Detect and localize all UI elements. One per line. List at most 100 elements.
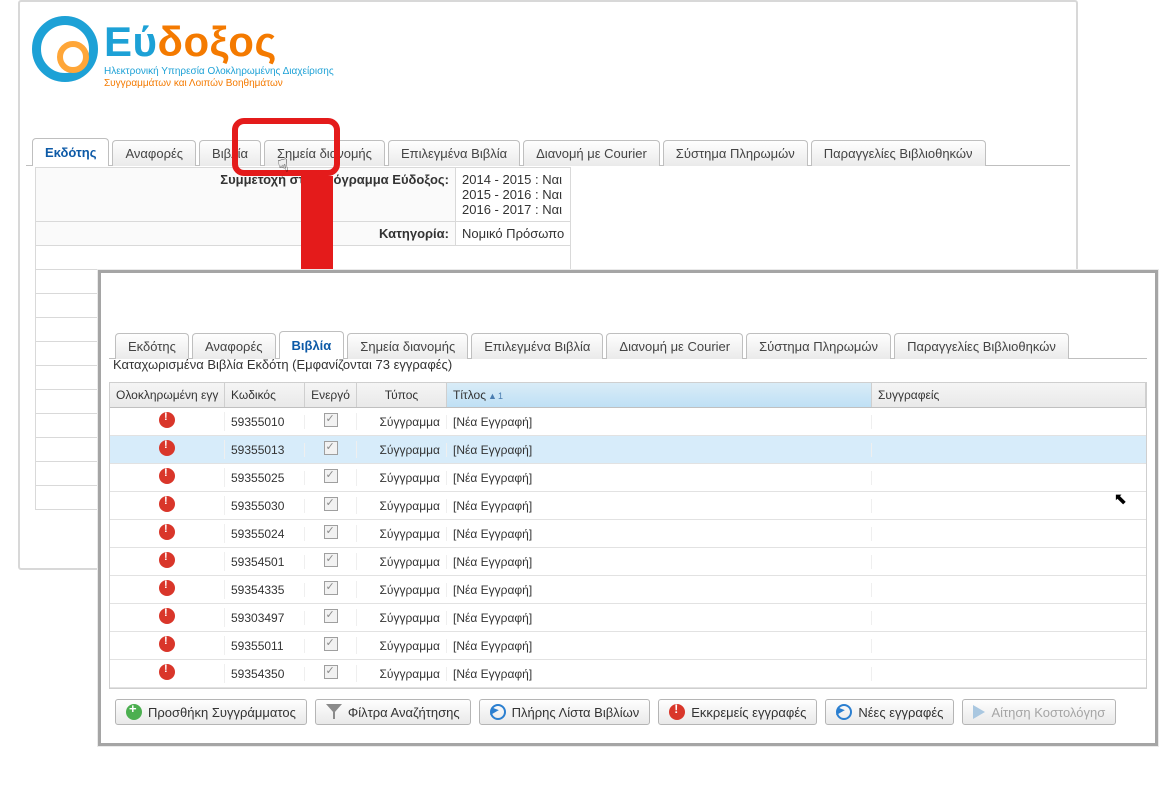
col-active[interactable]: Ενεργό [305,383,357,407]
participation-label: Συμμετοχή στο πρόγραμμα Εύδοξος: [36,168,456,222]
records-count: Καταχωρισμένα Βιβλία Εκδότη (Εμφανίζοντα… [113,357,1143,372]
refresh-icon [490,704,506,720]
tab-publisher[interactable]: Εκδότης [32,138,109,166]
tab-library-orders[interactable]: Παραγγελίες Βιβλιοθηκών [811,140,986,166]
cell-type: Σύγγραμμα [357,499,447,513]
plus-icon [126,704,142,720]
cell-title: [Νέα Εγγραφή] [447,415,872,429]
tab-books[interactable]: Βιβλία [199,140,261,166]
top-tabbar: Εκδότης Αναφορές Βιβλία Σημεία διανομής … [26,138,1070,166]
warning-icon [159,440,175,456]
cell-title: [Νέα Εγγραφή] [447,583,872,597]
participation-value-2: 2016 - 2017 : Ναι [462,202,564,217]
cell-title: [Νέα Εγγραφή] [447,555,872,569]
cell-code: 59355025 [225,471,305,485]
tab-courier[interactable]: Διανομή με Courier [523,140,660,166]
cell-title: [Νέα Εγγραφή] [447,611,872,625]
cell-code: 59355011 [225,639,305,653]
col-type[interactable]: Τύπος [357,383,447,407]
cell-title: [Νέα Εγγραφή] [447,443,872,457]
grid-header: Ολοκληρωμένη εγγ Κωδικός Ενεργό Τύπος Τί… [110,383,1146,408]
table-row[interactable]: 59355030Σύγγραμμα[Νέα Εγγραφή] [110,492,1146,520]
cell-title: [Νέα Εγγραφή] [447,639,872,653]
tab-books-2[interactable]: Βιβλία [279,331,345,359]
col-title[interactable]: Τίτλος▲1 [447,383,872,407]
warning-icon [159,580,175,596]
warning-icon [159,412,175,428]
logo-tagline-1: Ηλεκτρονική Υπηρεσία Ολοκληρωμένης Διαχε… [104,66,334,77]
books-grid: Ολοκληρωμένη εγγ Κωδικός Ενεργό Τύπος Τί… [109,382,1147,689]
table-row[interactable]: 59354501Σύγγραμμα[Νέα Εγγραφή] [110,548,1146,576]
tab-courier-2[interactable]: Διανομή με Courier [606,333,743,359]
table-row[interactable]: 59354335Σύγγραμμα[Νέα Εγγραφή] [110,576,1146,604]
table-row[interactable]: 59303497 Σύγγραμμα[Νέα Εγγραφή] [110,604,1146,632]
tab-library-orders-2[interactable]: Παραγγελίες Βιβλιοθηκών [894,333,1069,359]
table-row[interactable]: 59354350Σύγγραμμα[Νέα Εγγραφή] [110,660,1146,688]
checkbox-checked-icon [324,525,338,539]
logo-tagline-2: Συγγραμμάτων και Λοιπών Βοηθημάτων [104,78,334,89]
tab-reports[interactable]: Αναφορές [112,140,196,166]
tab-publisher-2[interactable]: Εκδότης [115,333,189,359]
cell-code: 59355013 [225,443,305,457]
pricing-request-button[interactable]: Αίτηση Κοστολόγησ [962,699,1116,725]
col-code[interactable]: Κωδικός [225,383,305,407]
cell-type: Σύγγραμμα [357,611,447,625]
tab-distribution-points[interactable]: Σημεία διανομής [264,140,385,166]
table-row[interactable]: 59355010Σύγγραμμα[Νέα Εγγραφή] [110,408,1146,436]
cell-code: 59354335 [225,583,305,597]
cell-type: Σύγγραμμα [357,667,447,681]
warning-icon [159,524,175,540]
checkbox-checked-icon [324,469,338,483]
checkbox-checked-icon [324,553,338,567]
logo-name: Εύδοξος [104,18,334,66]
cell-type: Σύγγραμμα [357,443,447,457]
cell-code: 59303497 [225,611,305,625]
cell-title: [Νέα Εγγραφή] [447,499,872,513]
category-value: Νομικό Πρόσωπο [456,222,571,246]
tab-payments[interactable]: Σύστημα Πληρωμών [663,140,808,166]
refresh-icon-2 [836,704,852,720]
checkbox-checked-icon [324,637,338,651]
warning-icon [159,664,175,680]
tab-selected-books-2[interactable]: Επιλεγμένα Βιβλία [471,333,603,359]
col-complete[interactable]: Ολοκληρωμένη εγγ [110,383,225,407]
checkbox-checked-icon [324,581,338,595]
checkbox-checked-icon [324,441,338,455]
table-row[interactable]: 59355011Σύγγραμμα[Νέα Εγγραφή] [110,632,1146,660]
books-tabbar: Εκδότης Αναφορές Βιβλία Σημεία διανομής … [109,331,1147,359]
cell-title: [Νέα Εγγραφή] [447,527,872,541]
col-authors[interactable]: Συγγραφείς [872,383,1146,407]
participation-value-0: 2014 - 2015 : Ναι [462,172,564,187]
filters-button[interactable]: Φίλτρα Αναζήτησης [315,699,471,725]
cell-code: 59355024 [225,527,305,541]
checkbox-checked-icon [324,609,338,623]
full-list-button[interactable]: Πλήρης Λίστα Βιβλίων [479,699,651,725]
table-row[interactable]: 59355013 Σύγγραμμα[Νέα Εγγραφή] [110,436,1146,464]
pending-button[interactable]: Εκκρεμείς εγγραφές [658,699,817,725]
tab-reports-2[interactable]: Αναφορές [192,333,276,359]
add-book-button[interactable]: Προσθήκη Συγγράμματος [115,699,307,725]
grid-toolbar: Προσθήκη Συγγράμματος Φίλτρα Αναζήτησης … [115,699,1141,725]
play-icon [973,705,985,719]
warn-icon [669,704,685,720]
warning-icon [159,636,175,652]
checkbox-checked-icon [324,413,338,427]
participation-value-1: 2015 - 2016 : Ναι [462,187,564,202]
tab-payments-2[interactable]: Σύστημα Πληρωμών [746,333,891,359]
warning-icon [159,608,175,624]
cell-type: Σύγγραμμα [357,471,447,485]
checkbox-checked-icon [324,665,338,679]
tab-selected-books[interactable]: Επιλεγμένα Βιβλία [388,140,520,166]
warning-icon [159,552,175,568]
cell-type: Σύγγραμμα [357,555,447,569]
cell-code: 59355010 [225,415,305,429]
cell-title: [Νέα Εγγραφή] [447,471,872,485]
warning-icon [159,468,175,484]
tab-distribution-points-2[interactable]: Σημεία διανομής [347,333,468,359]
sort-asc-icon: ▲ [488,391,497,401]
table-row[interactable]: 59355025 Σύγγραμμα[Νέα Εγγραφή] [110,464,1146,492]
cell-title: [Νέα Εγγραφή] [447,667,872,681]
warning-icon [159,496,175,512]
new-records-button[interactable]: Νέες εγγραφές [825,699,954,725]
table-row[interactable]: 59355024Σύγγραμμα[Νέα Εγγραφή] [110,520,1146,548]
